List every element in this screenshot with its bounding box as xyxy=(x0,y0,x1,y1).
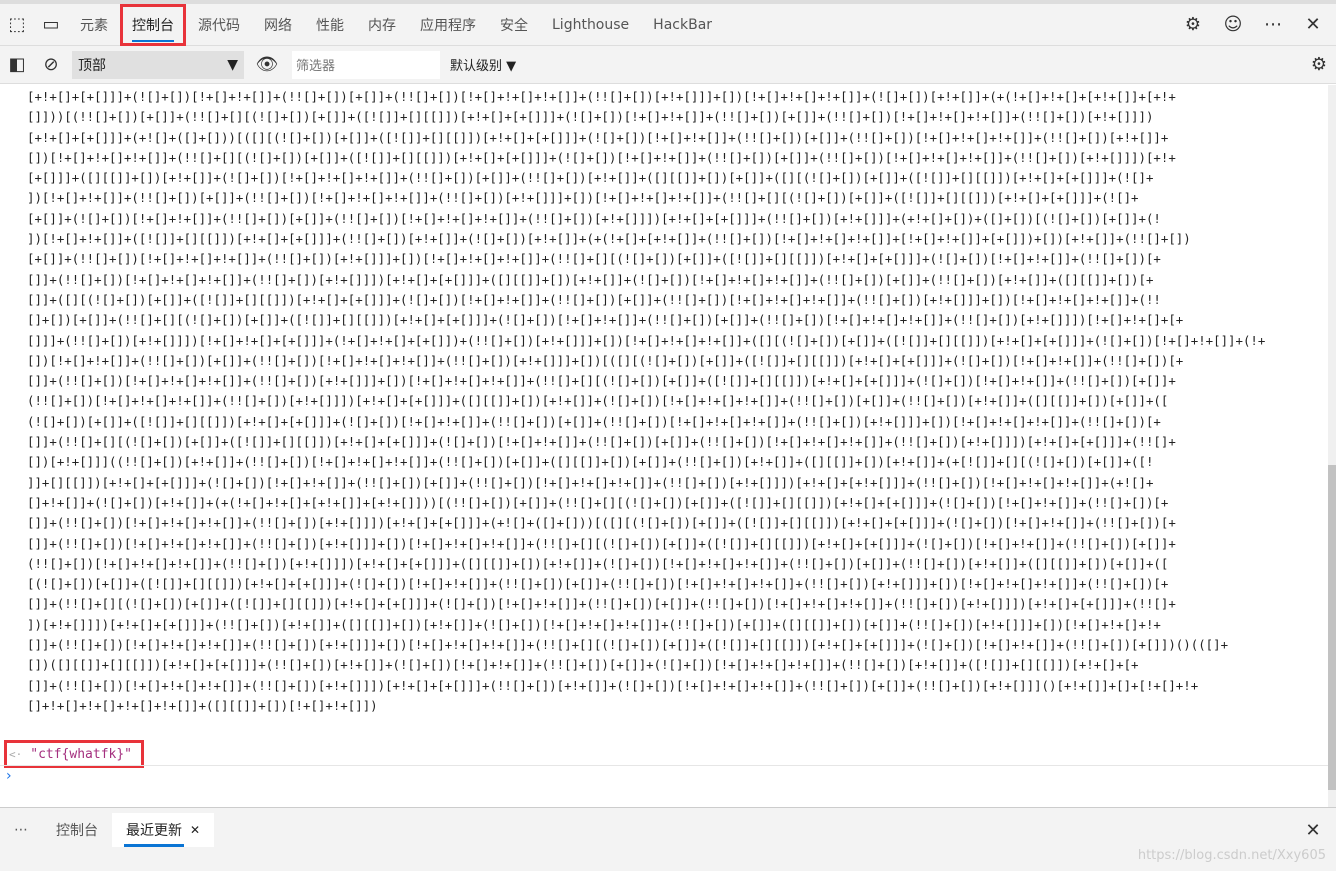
code-line: [+!+[]+[+[]]]+(![]+[])[!+[]+!+[]]+(!![]+… xyxy=(27,89,1176,104)
scrollbar-thumb[interactable] xyxy=(1328,465,1336,790)
code-line: ])[+!+[]]])[+!+[]+[+[]]]+(!![]+[])[+!+[]… xyxy=(27,616,1161,632)
inspect-element-icon[interactable]: ⬚ xyxy=(0,5,34,45)
console-output: [+!+[]+[+[]]]+(![]+[])[!+[]+!+[]]+(!![]+… xyxy=(0,85,1328,807)
log-level-select[interactable]: 默认级别 ▼ xyxy=(450,55,516,74)
more-icon[interactable]: ⋯ xyxy=(1256,5,1290,45)
device-toolbar-icon[interactable]: ▭ xyxy=(34,5,68,45)
tab-lighthouse[interactable]: Lighthouse xyxy=(540,4,641,46)
code-line: [(![]+[])[+[]]+([![]]+[][[]])[+!+[]+[+[]… xyxy=(27,576,1169,592)
code-line: [+[]]+(![]+[])[!+[]+!+[]]+(!![]+[])[+[]]… xyxy=(27,210,1161,226)
close-icon[interactable]: ✕ xyxy=(1296,5,1330,45)
code-line: ])[!+[]+!+[]]+([![]]+[][[]])[+!+[]+[+[]]… xyxy=(27,231,1191,247)
drawer-more-icon[interactable]: ⋯ xyxy=(0,813,42,847)
drawer-tab-whats-new[interactable]: 最近更新 ✕ xyxy=(112,813,215,847)
console-result: <· "ctf{whatfk}" xyxy=(4,740,144,768)
code-line: []]+(!![]+[])[!+[]+!+[]+!+[]]+(!![]+[])[… xyxy=(27,637,1229,653)
code-line: []]+(!![]+[])[!+[]+!+[]+!+[]]+(!![]+[])[… xyxy=(27,535,1176,551)
code-line: []]]+(!![]+[])[+!+[]]])[!+[]+!+[]+[+[]]]… xyxy=(27,332,1266,348)
code-line: (!![]+[])[!+[]+!+[]+!+[]]+(!![]+[])[+!+[… xyxy=(27,393,1169,409)
code-line: []+[])[+[]]+(!![]+[][(![]+[])[+[]]+([![]… xyxy=(27,312,1184,328)
chevron-down-icon: ▼ xyxy=(227,56,238,73)
gear-icon[interactable]: ⚙ xyxy=(1176,5,1210,45)
code-line: []]+(!![]+[])[!+[]+!+[]+!+[]]+(!![]+[])[… xyxy=(27,677,1199,693)
code-line: []]+(!![]+[])[!+[]+!+[]+!+[]]+(!![]+[])[… xyxy=(27,373,1176,389)
tab-network[interactable]: 网络 xyxy=(252,4,304,46)
tab-sources[interactable]: 源代码 xyxy=(186,4,252,46)
tab-elements[interactable]: 元素 xyxy=(68,4,120,46)
code-line: (![]+[])[+[]]+([![]]+[][[]])[+!+[]+[+[]]… xyxy=(27,413,1161,429)
code-line: []]+([][(![]+[])[+[]]+([![]]+[][[]])[+!+… xyxy=(27,291,1161,307)
tab-performance[interactable]: 性能 xyxy=(304,4,356,46)
context-select[interactable]: 顶部 ▼ xyxy=(72,50,244,79)
tab-security[interactable]: 安全 xyxy=(488,4,540,46)
code-line: ]]+[][[]])[+!+[]+[+[]]]+(![]+[])[!+[]+!+… xyxy=(27,474,1154,490)
tab-memory[interactable]: 内存 xyxy=(356,4,408,46)
code-line: [])[+!+[]]]((!![]+[])[+!+[]]+(!![]+[])[!… xyxy=(27,454,1154,470)
code-line: [+!+[]+[+[]]]+(+![]+([]+[]))[([][(![]+[]… xyxy=(27,129,1169,145)
result-arrow-icon: <· xyxy=(9,747,23,761)
scrollbar[interactable] xyxy=(1328,85,1336,807)
code-line: []]+(!![]+[][(![]+[])[+[]]+([![]]+[][[]]… xyxy=(27,596,1176,612)
drawer-tab-label: 最近更新 xyxy=(126,823,182,839)
code-line: []+!+[]]+(![]+[])[+!+[]]+(+(!+[]+!+[]+[+… xyxy=(27,494,1169,510)
close-tab-icon[interactable]: ✕ xyxy=(190,823,200,837)
code-line: [])([][[]]+[][[]])[+!+[]+[+[]]]+(!![]+[]… xyxy=(27,657,1139,673)
code-line: [])[!+[]+!+[]+!+[]]+(!![]+[][(![]+[])[+[… xyxy=(27,149,1176,165)
code-line: []]+(!![]+[])[!+[]+!+[]+!+[]]+(!![]+[])[… xyxy=(27,515,1176,531)
code-line: ])[!+[]+!+[]]+(!![]+[])[+[]]+(!![]+[])[!… xyxy=(27,190,1139,206)
code-line: [+[]]+(!![]+[])[!+[]+!+[]+!+[]]+(!![]+[]… xyxy=(27,251,1161,267)
prompt-chevron-icon: › xyxy=(6,768,12,784)
console-settings-gear-icon[interactable]: ⚙ xyxy=(1302,45,1336,85)
jsfuck-code: [+!+[]+[+[]]]+(![]+[])[!+[]+!+[]]+(!![]+… xyxy=(0,87,1328,716)
bottom-drawer: ⋯ 控制台 最近更新 ✕ ✕ https://blog.csdn.net/Xxy6… xyxy=(0,807,1336,871)
code-line: (!![]+[])[!+[]+!+[]+!+[]]+(!![]+[])[+!+[… xyxy=(27,555,1169,571)
code-line: []+!+[]+!+[]+!+[]+!+[]]+([][[]]+[])[!+[]… xyxy=(27,697,378,713)
eye-icon[interactable]: 👁 xyxy=(250,45,284,85)
code-line: [])[!+[]+!+[]]+(!![]+[])[+[]]+(!![]+[])[… xyxy=(27,352,1184,368)
filter-input[interactable]: 筛选器 xyxy=(292,50,440,79)
code-line: []]+(!![]+[])[!+[]+!+[]+!+[]]+(!![]+[])[… xyxy=(27,271,1154,287)
context-label: 顶部 xyxy=(78,57,106,74)
result-value: "ctf{whatfk}" xyxy=(30,746,132,762)
code-line: []]+(!![]+[][(![]+[])[+[]]+([![]]+[][[]]… xyxy=(27,434,1176,450)
feedback-icon[interactable]: ☺ xyxy=(1216,5,1250,45)
code-line: []]))[(!![]+[])[+[]]+(!![]+[][(![]+[])[+… xyxy=(27,109,1154,125)
watermark: https://blog.csdn.net/Xxy605 xyxy=(1137,848,1326,863)
devtools-tabbar: ⬚ ▭ 元素 控制台 源代码 网络 性能 内存 应用程序 安全 Lighthou… xyxy=(0,0,1336,46)
console-toolbar: ◧ ⊘ 顶部 ▼ 👁 筛选器 默认级别 ▼ ⚙ xyxy=(0,46,1336,84)
code-line: [+[]]]+([][[]]+[])[+!+[]]+(![]+[])[!+[]+… xyxy=(27,170,1154,186)
drawer-close-icon[interactable]: ✕ xyxy=(1296,810,1330,850)
tab-hackbar[interactable]: HackBar xyxy=(641,4,724,46)
tab-console[interactable]: 控制台 xyxy=(120,3,186,46)
tab-application[interactable]: 应用程序 xyxy=(408,4,488,46)
console-prompt[interactable]: › xyxy=(0,765,1328,786)
drawer-tab-console[interactable]: 控制台 xyxy=(42,813,112,847)
clear-console-icon[interactable]: ⊘ xyxy=(34,45,68,85)
sidebar-toggle-icon[interactable]: ◧ xyxy=(0,45,34,85)
